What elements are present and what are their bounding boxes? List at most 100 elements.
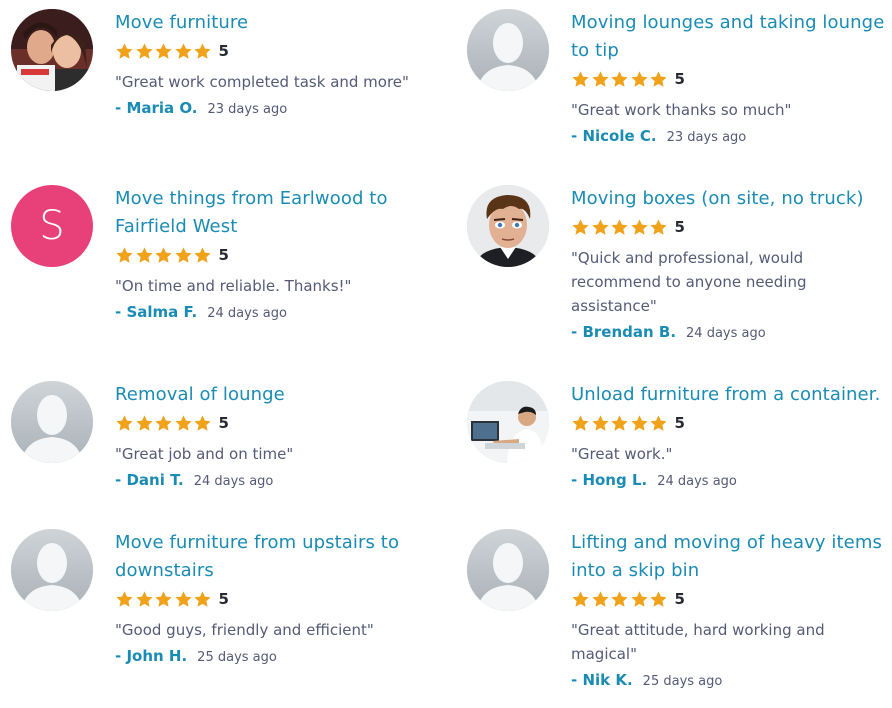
star-icon [174, 246, 193, 265]
rating-score: 5 [674, 70, 685, 88]
star-icon [174, 42, 193, 61]
review-quote: "Quick and professional, would recommend… [571, 249, 807, 315]
star-rating: 5 [115, 37, 431, 65]
review-author[interactable]: - Maria O. [115, 99, 198, 117]
review-quote: "Great work." [571, 445, 673, 463]
star-icon [610, 590, 629, 609]
review-title[interactable]: Moving boxes (on site, no truck) [571, 185, 887, 213]
rating-score: 5 [218, 246, 229, 264]
star-rating: 5 [571, 65, 887, 93]
star-icon [649, 590, 668, 609]
review-meta: - John H. 25 days ago [115, 647, 431, 665]
review-author[interactable]: - Nik K. [571, 671, 633, 689]
star-icon [630, 590, 649, 609]
review-quote: "Good guys, friendly and efficient" [115, 621, 374, 639]
review-meta: - Brendan B. 24 days ago [571, 323, 887, 341]
rating-score: 5 [218, 590, 229, 608]
review-title[interactable]: Moving lounges and taking lounge to tip [571, 9, 887, 65]
star-icon [135, 42, 154, 61]
star-icon [571, 218, 590, 237]
review-title[interactable]: Lifting and moving of heavy items into a… [571, 529, 887, 585]
star-icon [193, 42, 212, 61]
star-rating: 5 [571, 213, 887, 241]
review-title[interactable]: Move furniture [115, 9, 431, 37]
rating-score: 5 [218, 42, 229, 60]
letter-avatar[interactable]: S [11, 185, 93, 267]
star-icon [591, 590, 610, 609]
star-icon [610, 218, 629, 237]
star-icon [154, 42, 173, 61]
review-meta: - Nik K. 25 days ago [571, 671, 887, 689]
star-icon [649, 414, 668, 433]
star-icon [115, 42, 134, 61]
review-title[interactable]: Unload furniture from a container. [571, 381, 887, 409]
default-avatar-icon[interactable] [467, 529, 549, 611]
star-icon [193, 246, 212, 265]
star-icon [630, 414, 649, 433]
review-author[interactable]: - John H. [115, 647, 187, 665]
star-icon [174, 590, 193, 609]
star-icon [193, 590, 212, 609]
review-time: 24 days ago [207, 306, 287, 321]
review-time: 23 days ago [207, 102, 288, 117]
photo-man-laptop-icon[interactable] [467, 381, 549, 463]
star-icon [649, 70, 668, 89]
review-quote: "Great work completed task and more" [115, 73, 409, 91]
star-icon [591, 70, 610, 89]
star-icon [610, 414, 629, 433]
star-icon [591, 218, 610, 237]
review-time: 24 days ago [686, 326, 766, 341]
star-icon [154, 414, 173, 433]
star-rating: 5 [115, 241, 431, 269]
review-time: 23 days ago [666, 130, 747, 145]
review-quote: "Great attitude, hard working and magica… [571, 621, 825, 663]
rating-score: 5 [218, 414, 229, 432]
rating-score: 5 [674, 590, 685, 608]
review-author[interactable]: - Nicole C. [571, 127, 657, 145]
default-avatar-icon[interactable] [467, 9, 549, 91]
review-author[interactable]: - Salma F. [115, 303, 197, 321]
star-icon [630, 70, 649, 89]
star-icon [115, 590, 134, 609]
star-icon [649, 218, 668, 237]
star-icon [115, 246, 134, 265]
review-time: 25 days ago [642, 674, 723, 689]
star-icon [135, 246, 154, 265]
star-icon [135, 590, 154, 609]
star-icon [571, 590, 590, 609]
star-rating: 5 [571, 409, 887, 437]
star-icon [193, 414, 212, 433]
rating-score: 5 [674, 218, 685, 236]
cartoon-face-icon[interactable] [467, 185, 549, 267]
star-rating: 5 [571, 585, 887, 613]
default-avatar-icon[interactable] [11, 529, 93, 611]
star-rating: 5 [115, 585, 431, 613]
review-quote: "Great work thanks so much" [571, 101, 792, 119]
star-icon [630, 218, 649, 237]
review-title[interactable]: Removal of lounge [115, 381, 431, 409]
star-icon [154, 590, 173, 609]
review-time: 24 days ago [193, 474, 274, 489]
star-rating: 5 [115, 409, 431, 437]
review-meta: - Dani T. 24 days ago [115, 471, 431, 489]
review-meta: - Nicole C. 23 days ago [571, 127, 887, 145]
star-icon [135, 414, 154, 433]
star-icon [154, 246, 173, 265]
review-meta: - Maria O. 23 days ago [115, 99, 431, 117]
star-icon [591, 414, 610, 433]
review-quote: "Great job and on time" [115, 445, 294, 463]
review-author[interactable]: - Hong L. [571, 471, 647, 489]
review-quote: "On time and reliable. Thanks!" [115, 277, 352, 295]
default-avatar-icon[interactable] [11, 381, 93, 463]
photo-couple-icon[interactable] [11, 9, 93, 91]
review-author[interactable]: - Dani T. [115, 471, 184, 489]
star-icon [115, 414, 134, 433]
review-author[interactable]: - Brendan B. [571, 323, 676, 341]
review-meta: - Hong L. 24 days ago [571, 471, 887, 489]
review-title[interactable]: Move furniture from upstairs to downstai… [115, 529, 431, 585]
star-icon [571, 70, 590, 89]
rating-score: 5 [674, 414, 685, 432]
star-icon [174, 414, 193, 433]
review-title[interactable]: Move things from Earlwood to Fairfield W… [115, 185, 431, 241]
review-time: 25 days ago [197, 650, 277, 665]
